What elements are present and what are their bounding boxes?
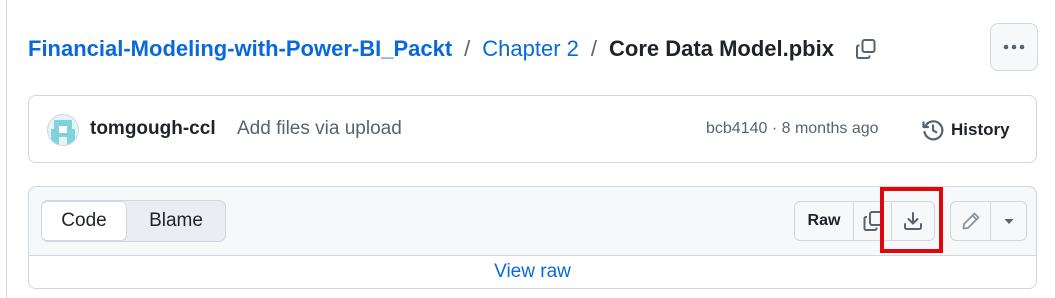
history-button[interactable]: History: [921, 114, 1010, 146]
edit-actions-group: [950, 201, 1027, 241]
breadcrumb: Financial-Modeling-with-Power-BI_Packt /…: [28, 30, 880, 68]
commit-message-link[interactable]: Add files via upload: [237, 118, 402, 140]
avatar[interactable]: [47, 114, 79, 146]
view-mode-toggle: Code Blame: [41, 200, 226, 242]
pencil-icon: [962, 212, 979, 230]
kebab-icon: [1003, 44, 1025, 50]
view-raw-link[interactable]: View raw: [494, 261, 571, 283]
commit-author-link[interactable]: tomgough-ccl: [90, 118, 216, 140]
commit-meta[interactable]: bcb4140 · 8 months ago: [706, 120, 879, 138]
file-content-area: View raw: [28, 255, 1037, 289]
download-icon: [904, 212, 922, 230]
latest-commit-box: tomgough-ccl Add files via upload bcb414…: [28, 95, 1037, 163]
edit-file-button[interactable]: [951, 202, 991, 240]
file-actions-group: Raw: [794, 201, 935, 241]
triangle-down-icon: [1004, 219, 1013, 224]
identicon-icon: [51, 120, 75, 145]
more-options-button[interactable]: [990, 23, 1038, 71]
download-button[interactable]: [892, 202, 934, 240]
breadcrumb-separator: /: [464, 36, 471, 61]
file-header: Code Blame Raw: [28, 186, 1037, 256]
breadcrumb-file-name: Core Data Model.pbix: [609, 36, 834, 61]
copy-icon: [855, 39, 876, 59]
copy-icon: [863, 211, 883, 231]
breadcrumb-separator: /: [590, 36, 598, 61]
left-border: [6, 0, 7, 298]
breadcrumb-repo-link[interactable]: Financial-Modeling-with-Power-BI_Packt: [28, 36, 452, 62]
tab-blame[interactable]: Blame: [127, 201, 225, 241]
copy-path-button[interactable]: [852, 35, 880, 63]
breadcrumb-folder-link[interactable]: Chapter 2: [482, 36, 579, 62]
copy-raw-button[interactable]: [854, 202, 892, 240]
history-icon: [922, 120, 944, 141]
raw-button[interactable]: Raw: [795, 202, 854, 240]
tab-code[interactable]: Code: [41, 201, 127, 241]
edit-options-dropdown[interactable]: [991, 202, 1026, 240]
history-label: History: [951, 120, 1010, 139]
